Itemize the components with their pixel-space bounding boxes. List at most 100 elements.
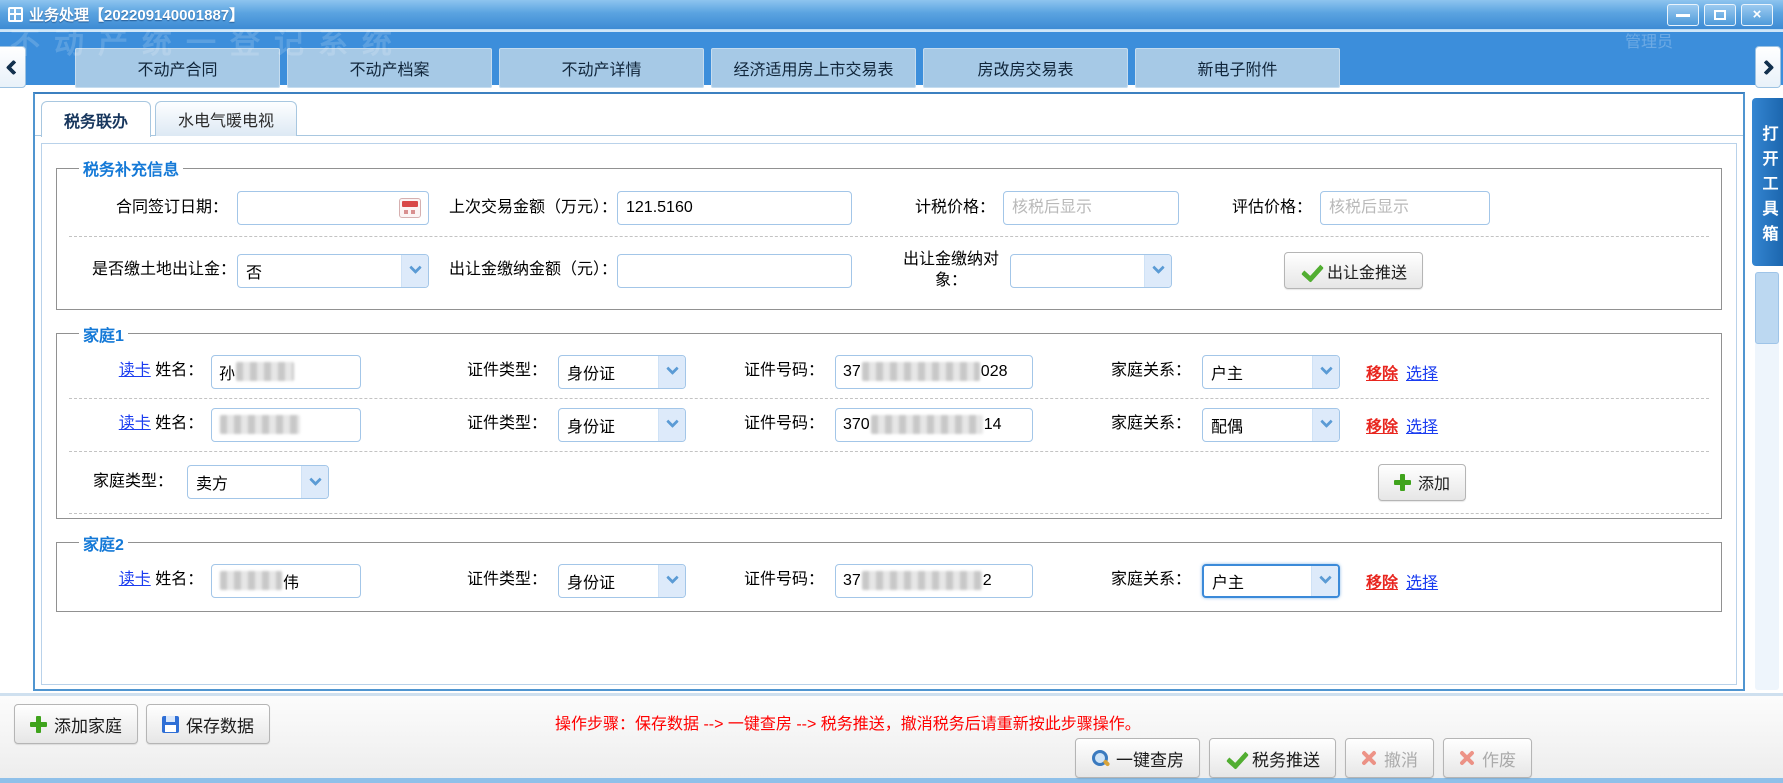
select-member-link[interactable]: 选择 (1406, 569, 1438, 593)
tab-scroll-left-button[interactable] (0, 46, 26, 88)
tab-realestate-archive[interactable]: 不动产档案 (287, 48, 492, 88)
cert-no-field[interactable]: 372 (835, 564, 1033, 598)
eval-price-field[interactable] (1320, 191, 1490, 225)
cert-no-label: 证件号码： (741, 570, 827, 591)
relation-select[interactable]: 户主 (1202, 355, 1340, 389)
tab-new-e-attachment[interactable]: 新电子附件 (1135, 48, 1340, 88)
remove-member-link[interactable]: 移除 (1366, 360, 1398, 384)
family1-section: 家庭1 读卡 姓名： 孙 证件类型： 身份证 证件号码： (56, 322, 1722, 519)
chevron-down-icon (1320, 362, 1333, 375)
chevron-down-icon (309, 473, 322, 486)
dropdown-button[interactable] (1312, 356, 1339, 388)
member-name-field[interactable]: 孙 (211, 355, 361, 389)
remove-member-link[interactable]: 移除 (1366, 569, 1398, 593)
subtab-tax-joint[interactable]: 税务联办 (41, 101, 151, 137)
window-titlebar: 业务处理【202209140001887】 × (0, 0, 1783, 30)
tab-reform-housing-trade[interactable]: 房改房交易表 (923, 48, 1128, 88)
tab-realestate-detail[interactable]: 不动产详情 (499, 48, 704, 88)
main-panel: 税务联办 水电气暖电视 税务补充信息 合同签订日期： 上次交易金额（万元）： 计… (33, 92, 1745, 691)
calendar-icon[interactable] (399, 198, 421, 218)
grant-push-button[interactable]: 出让金推送 (1284, 252, 1423, 289)
last-trade-amount-label: 上次交易金额（万元）： (449, 198, 617, 219)
redacted-name (220, 415, 300, 434)
cert-type-select[interactable]: 身份证 (558, 564, 686, 598)
subtab-utilities[interactable]: 水电气暖电视 (155, 101, 297, 136)
minimize-icon (1676, 14, 1690, 17)
chevron-down-icon (666, 415, 679, 428)
member-name-field[interactable] (211, 408, 361, 442)
dropdown-button[interactable] (301, 466, 328, 498)
check-icon (1225, 748, 1245, 768)
tab-scroll-right-button[interactable] (1755, 46, 1781, 88)
tab-realestate-contract[interactable]: 不动产合同 (75, 48, 280, 88)
grant-amount-label: 出让金缴纳金额（元）： (449, 260, 617, 281)
add-family-button[interactable]: 添加家庭 (14, 704, 138, 744)
vertical-scrollbar[interactable] (1755, 272, 1779, 690)
open-toolbox-tab[interactable]: 打开工具箱 (1752, 98, 1783, 266)
row-divider (69, 513, 1709, 514)
add-member-button[interactable]: 添加 (1378, 464, 1466, 501)
tax-push-button[interactable]: 税务推送 (1209, 738, 1336, 778)
tax-supplement-section: 税务补充信息 合同签订日期： 上次交易金额（万元）： 计税价格： 评估价格： 是… (56, 156, 1722, 310)
scrollbar-thumb[interactable] (1755, 272, 1779, 344)
family2-section: 家庭2 读卡 姓名： 伟 证件类型： 身份证 证件号码： (56, 531, 1722, 612)
member-name-label: 姓名： (155, 362, 203, 379)
family-type-label: 家庭类型： (87, 472, 179, 493)
remove-member-link[interactable]: 移除 (1366, 413, 1398, 437)
member-name-label: 姓名： (155, 415, 203, 432)
family-type-select[interactable]: 卖方 (187, 465, 329, 499)
close-button[interactable]: × (1741, 4, 1773, 26)
select-member-link[interactable]: 选择 (1406, 413, 1438, 437)
redacted-id (862, 571, 982, 590)
check-icon (1300, 261, 1320, 281)
land-grant-select[interactable]: 否 (237, 254, 429, 288)
last-trade-amount-field[interactable] (617, 191, 852, 225)
read-card-link[interactable]: 读卡 (119, 362, 151, 379)
dropdown-button[interactable] (401, 255, 428, 287)
grant-amount-field[interactable] (617, 254, 852, 288)
grant-target-select[interactable] (1010, 254, 1172, 288)
select-member-link[interactable]: 选择 (1406, 360, 1438, 384)
chevron-down-icon (1320, 415, 1333, 428)
tax-price-field[interactable] (1003, 191, 1179, 225)
cert-type-select[interactable]: 身份证 (558, 355, 686, 389)
cert-no-field[interactable]: 37014 (835, 408, 1033, 442)
chevron-down-icon (1319, 571, 1332, 584)
redacted-id (862, 362, 980, 381)
relation-select-focused[interactable]: 户主 (1202, 564, 1340, 598)
chevron-down-icon (666, 362, 679, 375)
family1-member-row-1: 读卡 姓名： 孙 证件类型： 身份证 证件号码： 37028 家 (67, 346, 1711, 398)
undo-button[interactable]: 撤消 (1345, 738, 1434, 778)
relation-select[interactable]: 配偶 (1202, 408, 1340, 442)
dropdown-button[interactable] (1144, 255, 1171, 287)
cert-no-label: 证件号码： (741, 414, 827, 435)
read-card-link[interactable]: 读卡 (119, 415, 151, 432)
save-data-button[interactable]: 保存数据 (146, 704, 270, 744)
read-card-link[interactable]: 读卡 (119, 571, 151, 588)
cert-type-select[interactable]: 身份证 (558, 408, 686, 442)
grant-target-label: 出让金缴纳对象： (892, 250, 1010, 292)
chevron-left-icon (5, 59, 21, 75)
maximize-button[interactable] (1704, 4, 1736, 26)
family2-legend: 家庭2 (79, 531, 128, 555)
window-title: 业务处理【202209140001887】 (29, 4, 244, 25)
minimize-button[interactable] (1667, 4, 1699, 26)
one-key-check-house-button[interactable]: 一键查房 (1075, 738, 1200, 778)
relation-label: 家庭关系： (1108, 570, 1194, 591)
cert-no-label: 证件号码： (741, 361, 827, 382)
void-button[interactable]: 作废 (1443, 738, 1532, 778)
dropdown-button[interactable] (658, 356, 685, 388)
contract-date-field[interactable] (237, 191, 429, 225)
chevron-down-icon (1152, 262, 1165, 275)
cert-type-label: 证件类型： (464, 361, 550, 382)
dropdown-button[interactable] (1312, 409, 1339, 441)
dropdown-button[interactable] (658, 565, 685, 597)
dropdown-button[interactable] (658, 409, 685, 441)
magnifier-icon (1091, 749, 1109, 767)
member-name-field[interactable]: 伟 (211, 564, 361, 598)
chevron-right-icon (1758, 59, 1774, 75)
tab-affordable-housing-trade[interactable]: 经济适用房上市交易表 (711, 48, 916, 88)
dropdown-button[interactable] (1311, 566, 1338, 596)
cert-no-field[interactable]: 37028 (835, 355, 1033, 389)
family1-member-row-2: 读卡 姓名： 证件类型： 身份证 证件号码： 37014 家庭 (67, 399, 1711, 451)
